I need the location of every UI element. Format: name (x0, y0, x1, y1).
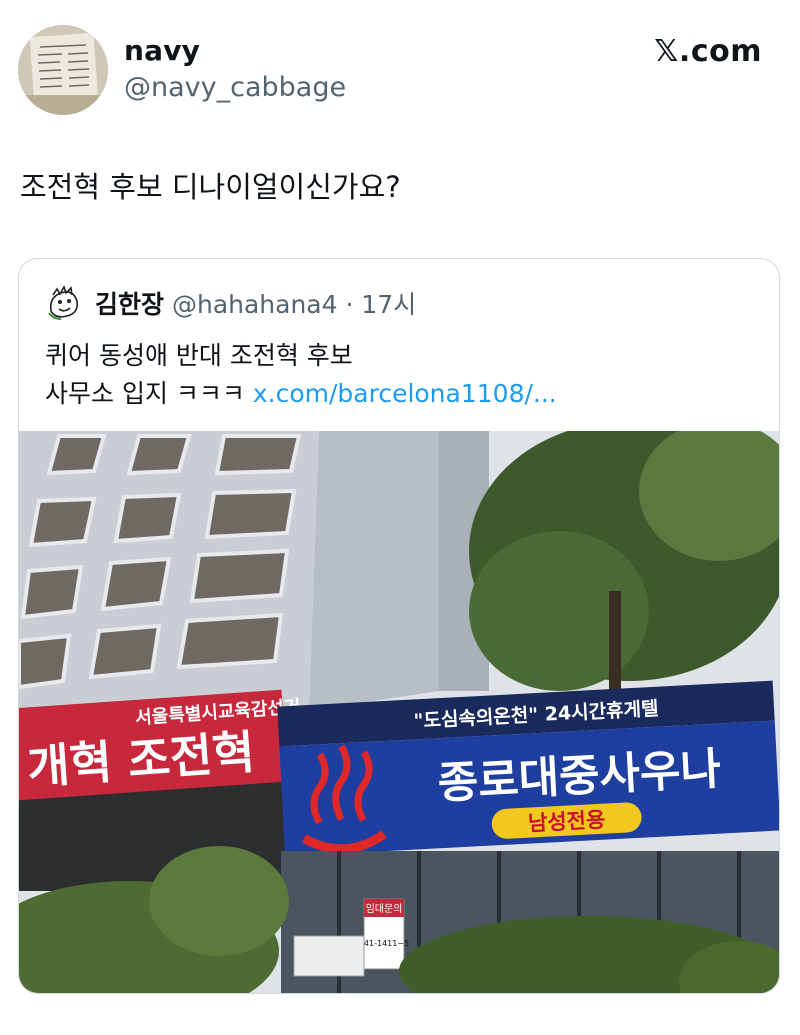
cartoon-character-avatar-icon (43, 283, 83, 323)
quoted-text-line-1: 퀴어 동성애 반대 조전혁 후보 (45, 341, 353, 370)
quoted-text-line-2-text: 사무소 입지 ㅋㅋㅋ (45, 379, 253, 408)
quoted-text-line-2: 사무소 입지 ㅋㅋㅋ x.com/barcelona1108/... (45, 375, 557, 413)
quoted-text: 퀴어 동성애 반대 조전혁 후보 사무소 입지 ㅋㅋㅋ x.com/barcel… (45, 337, 557, 413)
rental-sign-top-text: 임대문의 (366, 902, 403, 915)
sauna-sign-sub-text: 남성전용 (527, 808, 605, 836)
building-column (309, 431, 439, 711)
street-building-photo: 서울특별시교육감선거 개혁 조전혁 "도심속의온천" 24시간휴게텔 종로대중사… (19, 431, 779, 993)
quoted-header: 김한장 @hahahana4 · 17시 (95, 285, 416, 321)
author-display-name[interactable]: navy (124, 34, 200, 67)
quoted-timestamp[interactable]: 17시 (361, 290, 416, 319)
quoted-tweet[interactable]: 김한장 @hahahana4 · 17시 퀴어 동성애 반대 조전혁 후보 사무… (18, 258, 780, 994)
handwritten-note-avatar-icon (18, 25, 108, 115)
separator-dot: · (337, 290, 362, 319)
quoted-display-name[interactable]: 김한장 (95, 290, 164, 319)
x-logo[interactable]: 𝕏.com (654, 34, 762, 69)
air-conditioner (293, 935, 365, 977)
quoted-link[interactable]: x.com/barcelona1108/... (253, 379, 557, 408)
rental-sign-phone: 741-1411~5 (359, 939, 409, 948)
quoted-author-avatar[interactable] (43, 283, 83, 323)
sauna-sign: "도심속의온천" 24시간휴게텔 종로대중사우나 남성전용 (277, 680, 779, 857)
rental-sign: 임대문의 741-1411~5 (359, 898, 409, 970)
quoted-photo[interactable]: 서울특별시교육감선거 개혁 조전혁 "도심속의온천" 24시간휴게텔 종로대중사… (19, 431, 779, 993)
author-handle[interactable]: @navy_cabbage (124, 72, 346, 103)
author-avatar[interactable] (18, 25, 108, 115)
tweet-text: 조전혁 후보 디나이얼이신가요? (20, 170, 401, 204)
quoted-handle[interactable]: @hahahana4 (172, 290, 338, 319)
